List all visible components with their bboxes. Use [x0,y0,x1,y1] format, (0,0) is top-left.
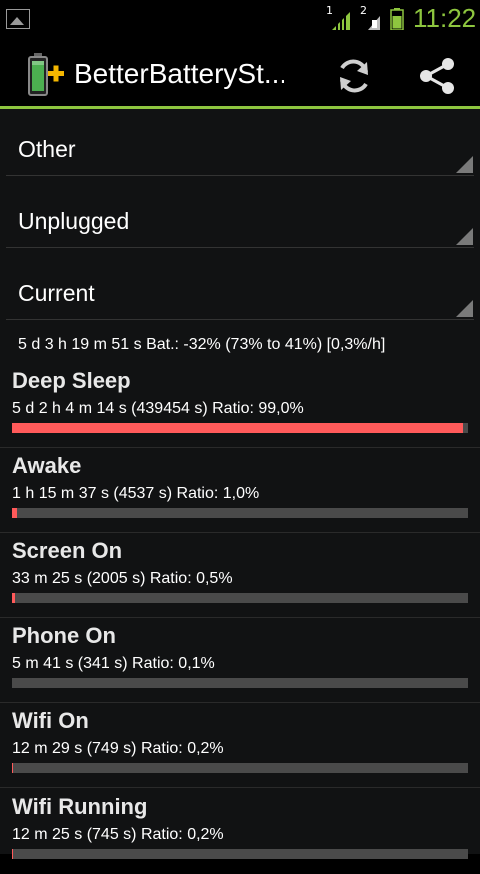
list-item[interactable]: Phone On 5 m 41 s (341 s) Ratio: 0,1% [0,619,480,703]
list-item[interactable]: Wifi On 12 m 29 s (749 s) Ratio: 0,2% [0,704,480,788]
list-item-title: Phone On [12,623,116,648]
action-bar: BetterBatterySt... [0,38,480,108]
stat-type-spinner[interactable]: Other [6,114,474,176]
list-item-detail: 33 m 25 s (2005 s) Ratio: 0,5% [12,570,233,587]
list-item-title: Screen On [12,538,123,563]
row-divider [0,447,480,448]
ratio-bar-fill [12,849,13,859]
spinner-underline [6,247,474,248]
list-item-detail: 12 m 25 s (745 s) Ratio: 0,2% [12,826,224,843]
gallery-notification-icon [6,9,30,29]
list-item-title: Wifi Running [12,794,148,819]
app-battery-icon[interactable] [26,53,66,97]
current-value: Current [18,280,95,306]
reference-spinner[interactable]: Unplugged [6,186,474,248]
list-item[interactable]: Screen On 33 m 25 s (2005 s) Ratio: 0,5% [0,534,480,618]
ratio-bar [12,593,468,603]
sim1-label: 1 [326,4,333,17]
dropdown-arrow-icon [456,300,473,317]
list-item-title: Wifi On [12,708,89,733]
share-button[interactable] [414,52,462,100]
ratio-bar-fill [12,423,463,433]
ratio-bar [12,849,468,859]
refresh-button[interactable] [330,52,378,100]
share-icon [420,58,454,94]
ratio-bar-fill [12,763,13,773]
list-item-detail: 1 h 15 m 37 s (4537 s) Ratio: 1,0% [12,485,260,502]
signal-sim2-icon: 2 [360,4,386,32]
list-item-detail: 5 m 41 s (341 s) Ratio: 0,1% [12,655,215,672]
reference-value: Unplugged [18,208,130,234]
app-title: BetterBatterySt... [74,58,284,89]
list-item-detail: 5 d 2 h 4 m 14 s (439454 s) Ratio: 99,0% [12,400,304,417]
list-item[interactable]: Wifi Running 12 m 25 s (745 s) Ratio: 0,… [0,790,480,874]
list-item-detail: 12 m 29 s (749 s) Ratio: 0,2% [12,740,224,757]
clock: 11:22 [413,3,477,33]
ratio-bar-fill [12,508,17,518]
list-item-title: Awake [12,453,82,478]
ratio-bar [12,763,468,773]
row-divider [0,787,480,788]
stat-type-value: Other [18,136,76,162]
row-divider [0,702,480,703]
status-bar: 1 2 11:22 [0,0,480,38]
dropdown-arrow-icon [456,156,473,173]
summary-line: 5 d 3 h 19 m 51 s Bat.: -32% (73% to 41%… [18,336,386,353]
signal-sim1-icon: 1 [326,4,352,32]
list-item-title: Deep Sleep [12,368,131,393]
dropdown-arrow-icon [456,228,473,245]
spinner-underline [6,175,474,176]
row-divider [0,617,480,618]
list-item[interactable]: Awake 1 h 15 m 37 s (4537 s) Ratio: 1,0% [0,449,480,533]
list-item[interactable]: Deep Sleep 5 d 2 h 4 m 14 s (439454 s) R… [0,364,480,448]
battery-icon [390,8,404,31]
sim2-label: 2 [360,4,367,17]
ratio-bar-fill [12,593,15,603]
refresh-icon [340,59,368,93]
ratio-bar [12,508,468,518]
ratio-bar [12,678,468,688]
ratio-bar [12,423,468,433]
row-divider [0,532,480,533]
spinner-underline [6,319,474,320]
current-spinner[interactable]: Current [6,258,474,320]
